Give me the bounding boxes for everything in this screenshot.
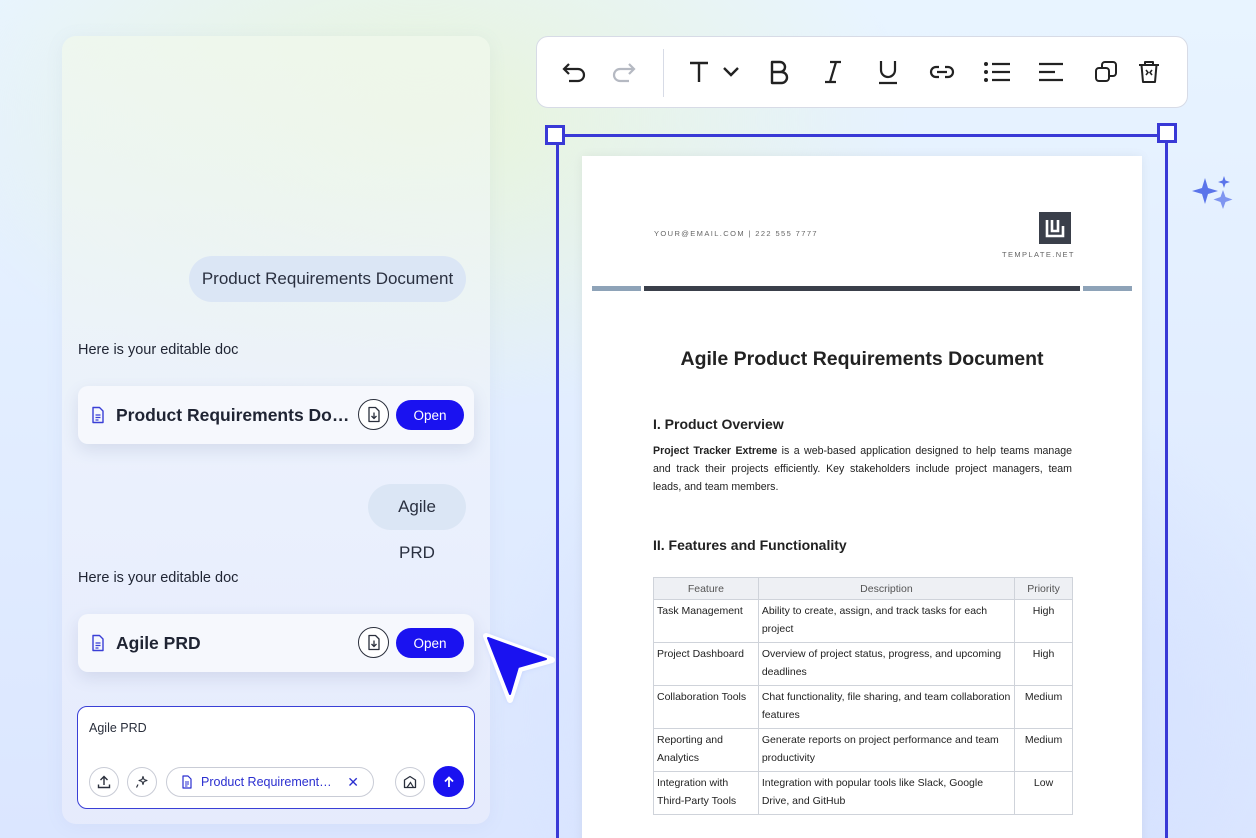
priority-cell[interactable]: Medium [1014,685,1073,729]
description-cell[interactable]: Ability to create, assign, and track tas… [757,599,1016,643]
document-page[interactable]: YOUR@EMAIL.COM | 222 555 7777 TEMPLATE.N… [582,156,1142,838]
sparkle-icon [135,775,148,788]
sparkle-icon [1192,176,1233,209]
open-button[interactable]: Open [396,400,464,430]
redo-icon [612,63,636,83]
composer-input[interactable]: Agile PRD [89,721,147,735]
table-row: Collaboration Tools Chat functionality, … [653,685,1073,729]
duplicate-icon [1095,61,1117,82]
feature-cell[interactable]: Integration with Third-Party Tools [653,771,759,815]
logo-text: TEMPLATE.NET [1002,250,1075,259]
description-cell[interactable]: Integration with popular tools like Slac… [757,771,1016,815]
document-card-title: Product Requirements Document [116,404,350,425]
document-card[interactable]: Agile PRD Open [78,614,474,672]
template-button[interactable] [395,767,425,797]
feature-cell[interactable]: Reporting and Analytics [653,728,759,772]
resize-handle[interactable] [545,125,565,145]
attachment-chip[interactable]: Product Requirements Document ✕ [166,767,374,797]
document-card[interactable]: Product Requirements Document Open [78,386,474,444]
upload-icon [97,775,111,789]
align-left-button[interactable] [1035,56,1067,88]
assistant-message: Here is your editable doc [78,570,239,586]
contact-line: YOUR@EMAIL.COM | 222 555 7777 [654,229,818,238]
bold-button[interactable] [763,56,795,88]
description-cell[interactable]: Overview of project status, progress, an… [757,642,1016,686]
header-rule [592,286,641,291]
delete-icon [1139,61,1159,83]
section-heading[interactable]: II. Features and Functionality [653,537,847,553]
upload-button[interactable] [89,767,119,797]
download-icon [367,634,380,651]
send-button[interactable] [433,766,464,797]
file-icon [92,634,104,652]
description-cell[interactable]: Generate reports on project performance … [757,728,1016,772]
table-row: Task Management Ability to create, assig… [653,599,1073,643]
header-rule [1083,286,1132,291]
download-icon [367,406,380,423]
header-rule [644,286,1080,291]
message-composer[interactable]: Agile PRD Product Requirements Document … [77,706,475,809]
feature-cell[interactable]: Project Dashboard [653,642,759,686]
open-button[interactable]: Open [396,628,464,658]
download-button[interactable] [358,627,389,658]
priority-cell[interactable]: Low [1014,771,1073,815]
delete-button[interactable] [1133,56,1165,88]
align-left-icon [1039,62,1063,82]
magic-button[interactable] [127,767,157,797]
arrow-up-icon [443,775,454,787]
template-icon [403,775,417,789]
chat-panel: Product Requirements Document Here is yo… [62,36,490,824]
overview-paragraph[interactable]: Project Tracker Extreme is a web-based a… [653,442,1072,496]
user-message: Product Requirements Document [189,256,466,302]
priority-cell[interactable]: High [1014,599,1073,643]
text-style-icon [690,61,739,82]
underline-button[interactable] [872,56,904,88]
features-table[interactable]: Feature Description Priority Task Manage… [653,577,1073,815]
remove-attachment-icon[interactable]: ✕ [347,774,359,791]
priority-cell[interactable]: Medium [1014,728,1073,772]
table-row: Project Dashboard Overview of project st… [653,642,1073,686]
resize-handle[interactable] [1157,123,1177,143]
download-button[interactable] [358,399,389,430]
column-header: Feature [653,577,759,600]
file-icon [92,406,104,424]
document-title[interactable]: Agile Product Requirements Document [582,348,1142,371]
bullet-list-button[interactable] [981,56,1013,88]
bullet-list-icon [984,62,1010,82]
redo-button[interactable] [607,56,639,88]
table-header-row: Feature Description Priority [653,577,1073,600]
undo-icon [562,63,586,83]
text-style-dropdown[interactable] [685,56,747,88]
toolbar-separator [663,49,664,97]
assistant-message: Here is your editable doc [78,342,239,358]
table-row: Reporting and Analytics Generate reports… [653,728,1073,772]
feature-cell[interactable]: Collaboration Tools [653,685,759,729]
description-cell[interactable]: Chat functionality, file sharing, and te… [757,685,1016,729]
link-button[interactable] [926,56,958,88]
column-header: Priority [1014,577,1073,600]
logo-mark [1039,212,1071,244]
product-name: Project Tracker Extreme [653,445,778,457]
undo-button[interactable] [559,56,591,88]
document-card-title: Agile PRD [116,632,201,653]
table-row: Integration with Third-Party Tools Integ… [653,771,1073,815]
bold-icon [770,60,789,85]
underline-icon [879,61,897,85]
column-header: Description [757,577,1016,600]
italic-icon [825,60,841,84]
pointer-cursor-icon [483,633,556,704]
link-icon [929,65,955,79]
attachment-label: Product Requirements Document [201,775,333,789]
italic-button[interactable] [817,56,849,88]
file-icon [182,775,192,789]
priority-cell[interactable]: High [1014,642,1073,686]
feature-cell[interactable]: Task Management [653,599,759,643]
duplicate-button[interactable] [1090,56,1122,88]
user-message: Agile PRD [368,484,466,562]
editor-toolbar [536,36,1188,108]
section-heading[interactable]: I. Product Overview [653,416,784,432]
